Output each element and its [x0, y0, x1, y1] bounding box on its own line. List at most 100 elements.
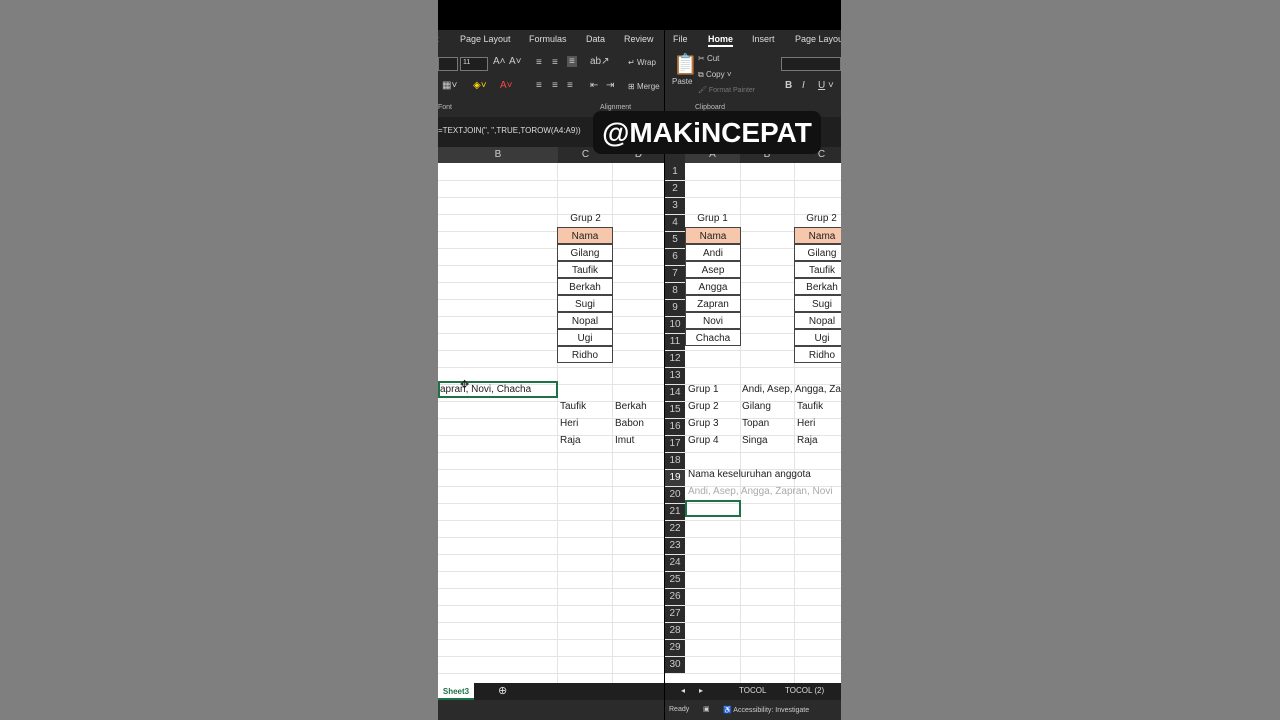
menu-item-home[interactable]: Home [708, 34, 734, 47]
sheet-tab-sheet3[interactable]: Sheet3 [438, 683, 474, 700]
cell-b12-selected[interactable]: apran, Novi, Chacha [438, 381, 558, 398]
row-header[interactable]: 12 [665, 350, 685, 367]
row-header[interactable]: 17 [665, 435, 685, 452]
cell-c15[interactable]: Raja [560, 432, 581, 449]
cell-b12[interactable]: Andi, Asep, Angga, Za [742, 381, 841, 398]
right-cell-grid[interactable]: 30 29 28 27 26 25 24 23 22 21 20 19 18 17 16 15 14 13 12 11… [665, 163, 841, 683]
row-header[interactable]: 5 [665, 231, 685, 248]
italic-icon[interactable]: I [802, 80, 805, 91]
row-header[interactable]: 2 [665, 180, 685, 197]
wrap-text-button[interactable]: ↵ Wrap [628, 58, 656, 67]
row-header[interactable]: 6 [665, 248, 685, 265]
row-header[interactable]: 29 [665, 639, 685, 656]
row-header[interactable]: 25 [665, 571, 685, 588]
underline-dropdown-icon[interactable]: ˅ [828, 80, 834, 91]
row-header[interactable]: 10 [665, 316, 685, 333]
align-right-icon[interactable]: ≡ [567, 80, 573, 91]
cell-c6[interactable]: Berkah [557, 278, 613, 295]
align-middle-icon[interactable]: ≡ [552, 57, 558, 68]
row-header[interactable]: 26 [665, 588, 685, 605]
font-shrink-icon[interactable]: A˅ [509, 56, 522, 67]
cell-a2[interactable]: Grup 1 [685, 210, 740, 227]
cell-a6[interactable]: Angga [685, 278, 741, 295]
sheet-tab-tocol[interactable]: TOCOL [739, 686, 766, 695]
cell-a8[interactable]: Novi [685, 312, 741, 329]
cell-a12[interactable]: Grup 1 [688, 381, 719, 398]
cell-c14[interactable]: Heri [560, 415, 578, 432]
cell-c9[interactable]: Ugi [557, 329, 613, 346]
borders-icon[interactable]: ▦˅ [442, 80, 457, 91]
cell-c14[interactable]: Heri [797, 415, 815, 432]
cell-c7[interactable]: Sugi [557, 295, 613, 312]
cell-c9[interactable]: Ugi [794, 329, 841, 346]
row-header[interactable]: 4 [665, 214, 685, 231]
row-header[interactable]: 9 [665, 299, 685, 316]
menu-item-review[interactable]: Review [624, 34, 654, 44]
menu-item-insert[interactable]: Insert [752, 34, 775, 44]
tab-scroll-left-icon[interactable]: ◂ [681, 686, 685, 695]
cell-c5[interactable]: Taufik [794, 261, 841, 278]
font-color-icon[interactable]: A˅ [500, 80, 513, 91]
cell-c4[interactable]: Gilang [794, 244, 841, 261]
cell-c3-header[interactable]: Nama [557, 227, 613, 244]
row-header[interactable]: 27 [665, 605, 685, 622]
sheet-tab-tocol-2[interactable]: TOCOL (2) [785, 686, 824, 695]
cell-d15[interactable]: Imut [615, 432, 634, 449]
row-header[interactable]: 19 [665, 469, 685, 486]
cell-c15[interactable]: Raja [797, 432, 818, 449]
add-sheet-icon[interactable]: ⊕ [498, 684, 507, 697]
cell-b13[interactable]: Gilang [742, 398, 771, 415]
cell-c3-header[interactable]: Nama [794, 227, 841, 244]
menu-item-page-layout[interactable]: Page Layou [795, 34, 841, 44]
cell-a5[interactable]: Asep [685, 261, 741, 278]
cell-a17[interactable]: Nama keseluruhan anggota [688, 466, 811, 483]
cell-a3-header[interactable]: Nama [685, 227, 741, 244]
cell-a18-preview[interactable]: Andi, Asep, Angga, Zapran, Novi [688, 483, 833, 500]
cell-c10[interactable]: Ridho [794, 346, 841, 363]
menu-item-insert[interactable]: t [438, 34, 439, 44]
copy-button[interactable]: ⧉ Copy ˅ [698, 70, 732, 80]
cell-c5[interactable]: Taufik [557, 261, 613, 278]
cell-c2[interactable]: Grup 2 [558, 210, 613, 227]
cell-a15[interactable]: Grup 4 [688, 432, 719, 449]
row-header[interactable]: 14 [665, 384, 685, 401]
orientation-icon[interactable]: ab↗ [590, 56, 610, 67]
cut-button[interactable]: ✂ Cut [698, 54, 719, 63]
paste-label[interactable]: Paste [672, 77, 692, 86]
underline-icon[interactable]: U [818, 80, 825, 91]
cell-a19-selected[interactable] [685, 500, 741, 517]
cell-a7[interactable]: Zapran [685, 295, 741, 312]
increase-indent-icon[interactable]: ⇥ [606, 80, 614, 91]
row-header[interactable]: 11 [665, 333, 685, 350]
cell-b14[interactable]: Topan [742, 415, 769, 432]
cell-c8[interactable]: Nopal [557, 312, 613, 329]
cell-a14[interactable]: Grup 3 [688, 415, 719, 432]
font-size-box[interactable]: 11 [460, 57, 488, 71]
cell-c4[interactable]: Gilang [557, 244, 613, 261]
tab-scroll-right-icon[interactable]: ▸ [699, 686, 703, 695]
fill-color-icon[interactable]: ◈˅ [473, 80, 487, 91]
row-header[interactable]: 8 [665, 282, 685, 299]
row-header[interactable]: 22 [665, 520, 685, 537]
row-header[interactable]: 3 [665, 197, 685, 214]
cell-c8[interactable]: Nopal [794, 312, 841, 329]
row-header[interactable]: 13 [665, 367, 685, 384]
menu-item-page-layout[interactable]: Page Layout [460, 34, 511, 44]
row-header[interactable]: 7 [665, 265, 685, 282]
merge-center-button[interactable]: ⊞ Merge [628, 82, 660, 91]
bold-icon[interactable]: B [785, 80, 792, 91]
row-header[interactable]: 20 [665, 486, 685, 503]
cell-a13[interactable]: Grup 2 [688, 398, 719, 415]
cell-b15[interactable]: Singa [742, 432, 768, 449]
cell-c13[interactable]: Taufik [797, 398, 823, 415]
cell-d13[interactable]: Berkah [615, 398, 647, 415]
align-center-icon[interactable]: ≡ [552, 80, 558, 91]
row-header[interactable]: 18 [665, 452, 685, 469]
font-name-box[interactable] [438, 57, 458, 71]
align-bottom-icon[interactable]: ≡ [567, 56, 577, 67]
font-name-box[interactable] [781, 57, 841, 71]
row-header[interactable]: 28 [665, 622, 685, 639]
cell-c10[interactable]: Ridho [557, 346, 613, 363]
cell-a4[interactable]: Andi [685, 244, 741, 261]
row-header[interactable]: 23 [665, 537, 685, 554]
